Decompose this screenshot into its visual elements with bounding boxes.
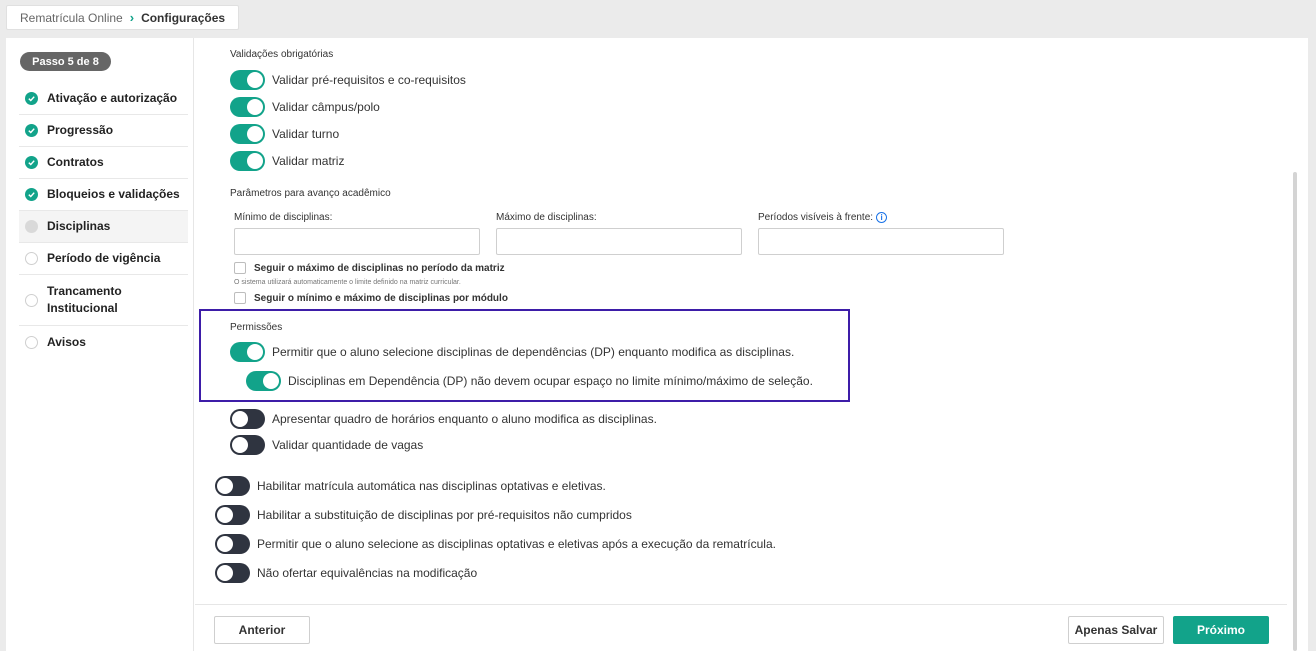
check-circle-icon bbox=[25, 156, 38, 169]
min-disciplinas-label: Mínimo de disciplinas: bbox=[234, 212, 333, 223]
check-circle-icon bbox=[25, 188, 38, 201]
min-disciplinas-input[interactable] bbox=[234, 228, 480, 255]
nao-ofertar-equivalencias-toggle[interactable] bbox=[215, 563, 250, 583]
toggle-row: Validar câmpus/polo bbox=[230, 97, 380, 117]
toggle-label: Validar pré-requisitos e co-requisitos bbox=[272, 73, 466, 87]
breadcrumb-root-link[interactable]: Rematrícula Online bbox=[20, 11, 123, 25]
step-label: Contratos bbox=[47, 155, 104, 169]
step-trancamento[interactable]: Trancamento Institucional bbox=[19, 275, 188, 326]
toggle-label: Validar turno bbox=[272, 127, 340, 141]
step-avisos[interactable]: Avisos bbox=[19, 326, 188, 358]
parametros-title: Parâmetros para avanço acadêmico bbox=[230, 188, 391, 199]
step-label: Bloqueios e validações bbox=[47, 187, 180, 201]
check-row: Seguir o máximo de disciplinas no períod… bbox=[234, 262, 505, 274]
validar-prerequisitos-toggle[interactable] bbox=[230, 70, 265, 90]
step-label: Avisos bbox=[47, 334, 86, 349]
proximo-button[interactable]: Próximo bbox=[1173, 616, 1269, 644]
info-icon[interactable]: i bbox=[876, 212, 888, 223]
step-label: Trancamento Institucional bbox=[47, 284, 122, 315]
toggle-label: Apresentar quadro de horários enquanto o… bbox=[272, 412, 657, 426]
toggle-row: Validar matriz bbox=[230, 151, 344, 171]
toggle-row: Validar turno bbox=[230, 124, 339, 144]
step-list: Ativação e autorização Progressão Contra… bbox=[19, 83, 188, 358]
step-periodo-vigencia[interactable]: Período de vigência bbox=[19, 243, 188, 275]
periodos-visiveis-input[interactable] bbox=[758, 228, 1004, 255]
toggle-label: Habilitar matrícula automática nas disci… bbox=[257, 479, 606, 493]
toggle-label: Validar matriz bbox=[272, 154, 345, 168]
step-ativacao[interactable]: Ativação e autorização bbox=[19, 83, 188, 115]
breadcrumb-current: Configurações bbox=[141, 10, 226, 25]
pending-circle-icon bbox=[25, 335, 38, 349]
toggle-label: Habilitar a substituição de disciplinas … bbox=[257, 508, 632, 522]
step-label: Disciplinas bbox=[47, 219, 111, 233]
seguir-max-matriz-hint: O sistema utilizará automaticamente o li… bbox=[234, 279, 461, 286]
toggle-label: Validar quantidade de vagas bbox=[272, 438, 424, 452]
validar-turno-toggle[interactable] bbox=[230, 124, 265, 144]
footer-actions: Anterior Apenas Salvar Próximo bbox=[195, 604, 1287, 651]
toggle-row: Não ofertar equivalências na modificação bbox=[215, 563, 477, 583]
breadcrumb: Rematrícula Online › Configurações bbox=[6, 5, 240, 30]
steps-sidebar: Passo 5 de 8 Ativação e autorização Prog… bbox=[6, 38, 194, 651]
checkbox-label: Seguir o máximo de disciplinas no períod… bbox=[254, 262, 505, 274]
toggle-label: Não ofertar equivalências na modificação bbox=[257, 566, 478, 580]
toggle-row: Habilitar a substituição de disciplinas … bbox=[215, 505, 632, 525]
seguir-max-matriz-checkbox[interactable] bbox=[234, 262, 246, 274]
step-bloqueios[interactable]: Bloqueios e validações bbox=[19, 179, 188, 211]
seguir-modulo-checkbox[interactable] bbox=[234, 292, 246, 304]
step-badge: Passo 5 de 8 bbox=[20, 52, 111, 71]
step-label: Ativação e autorização bbox=[47, 91, 178, 105]
substituicao-prerequisitos-toggle[interactable] bbox=[215, 505, 250, 525]
pending-circle-icon bbox=[25, 252, 38, 265]
toggle-row: Validar pré-requisitos e co-requisitos bbox=[230, 70, 466, 90]
vertical-scrollbar[interactable] bbox=[1293, 172, 1297, 651]
step-label: Progressão bbox=[47, 123, 114, 137]
permissoes-highlight-box bbox=[199, 309, 850, 402]
checkbox-label: Seguir o mínimo e máximo de disciplinas … bbox=[254, 292, 508, 304]
chevron-right-icon: › bbox=[129, 10, 135, 25]
check-row: Seguir o mínimo e máximo de disciplinas … bbox=[234, 292, 508, 304]
validar-campus-toggle[interactable] bbox=[230, 97, 265, 117]
check-circle-icon bbox=[25, 92, 38, 105]
check-circle-icon bbox=[25, 124, 38, 137]
validar-vagas-toggle[interactable] bbox=[230, 435, 265, 455]
validacoes-title: Validações obrigatórias bbox=[230, 49, 334, 60]
step-disciplinas[interactable]: Disciplinas bbox=[19, 211, 188, 243]
periodos-visiveis-label: Períodos visíveis à frente: i bbox=[758, 212, 888, 224]
step-contratos[interactable]: Contratos bbox=[19, 147, 188, 179]
step-label: Período de vigência bbox=[47, 251, 161, 265]
max-disciplinas-label: Máximo de disciplinas: bbox=[496, 212, 597, 223]
quadro-horarios-toggle[interactable] bbox=[230, 409, 265, 429]
toggle-row: Apresentar quadro de horários enquanto o… bbox=[230, 409, 657, 429]
toggle-row: Validar quantidade de vagas bbox=[230, 435, 423, 455]
toggle-label: Permitir que o aluno selecione as discip… bbox=[257, 537, 776, 551]
periodos-visiveis-text: Períodos visíveis à frente: bbox=[758, 212, 874, 224]
toggle-row: Habilitar matrícula automática nas disci… bbox=[215, 476, 606, 496]
optativas-apos-rematricula-toggle[interactable] bbox=[215, 534, 250, 554]
apenas-salvar-button[interactable]: Apenas Salvar bbox=[1068, 616, 1164, 644]
pending-circle-icon bbox=[25, 293, 38, 307]
toggle-row: Permitir que o aluno selecione as discip… bbox=[215, 534, 776, 554]
anterior-button[interactable]: Anterior bbox=[214, 616, 310, 644]
step-progressao[interactable]: Progressão bbox=[19, 115, 188, 147]
matricula-automatica-toggle[interactable] bbox=[215, 476, 250, 496]
max-disciplinas-input[interactable] bbox=[496, 228, 742, 255]
validar-matriz-toggle[interactable] bbox=[230, 151, 265, 171]
toggle-label: Validar câmpus/polo bbox=[272, 100, 380, 114]
current-step-icon bbox=[25, 220, 38, 233]
